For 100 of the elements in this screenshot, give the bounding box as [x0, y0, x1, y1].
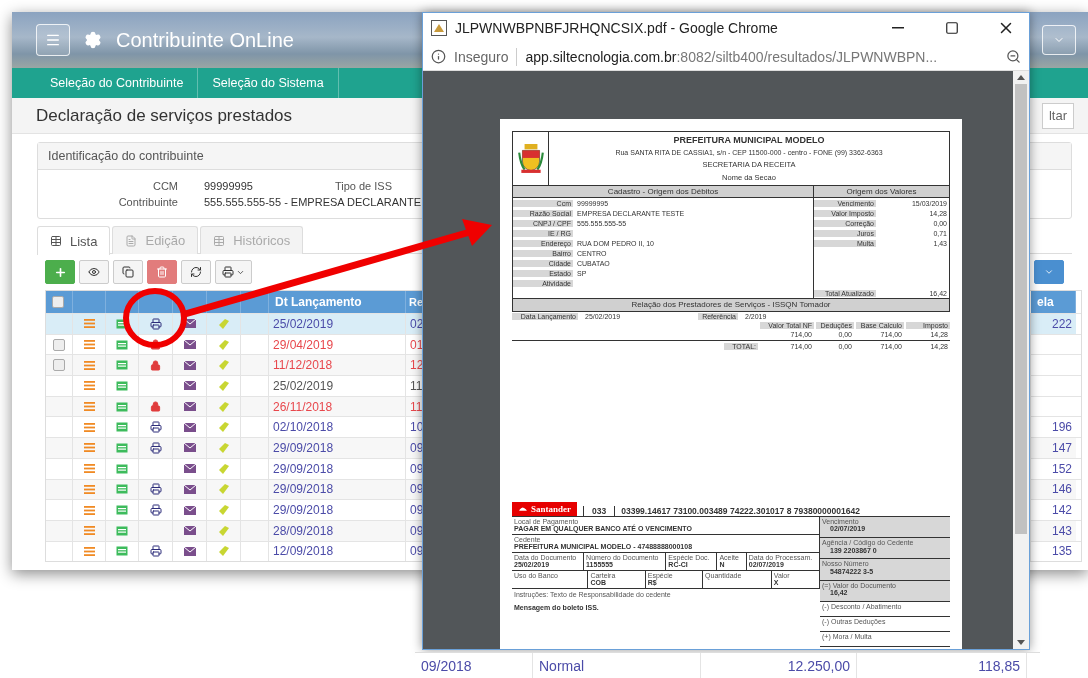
card-icon[interactable] — [116, 525, 128, 536]
table-cell: 02/10/2018 — [273, 420, 334, 435]
card-icon[interactable] — [116, 401, 128, 412]
copy-button[interactable] — [113, 260, 143, 284]
card-icon[interactable] — [116, 463, 128, 474]
card-icon[interactable] — [116, 442, 128, 453]
menu-lines-icon[interactable] — [83, 360, 95, 370]
table-cell: 222 — [1031, 314, 1076, 334]
eye-icon — [88, 266, 100, 278]
printer-icon[interactable] — [149, 483, 162, 496]
row-checkbox[interactable] — [53, 359, 65, 372]
envelope-icon[interactable] — [183, 484, 196, 494]
ticket-icon[interactable] — [217, 545, 230, 558]
ticket-icon[interactable] — [217, 504, 230, 517]
envelope-icon[interactable] — [183, 340, 196, 350]
menu-lines-icon[interactable] — [83, 381, 95, 391]
zoom-out-icon[interactable] — [1006, 49, 1021, 64]
table-cell: 26/11/2018 — [273, 399, 333, 414]
menu-lines-icon[interactable] — [83, 505, 95, 515]
ticket-icon[interactable] — [217, 524, 230, 537]
printer-icon[interactable] — [149, 317, 162, 330]
table-cell: 29/09/2018 — [273, 482, 334, 497]
envelope-icon[interactable] — [183, 422, 196, 432]
ticket-icon[interactable] — [217, 462, 230, 475]
table-cell: 12.250,00 — [787, 657, 850, 674]
menu-lines-icon[interactable] — [83, 526, 95, 536]
row-checkbox[interactable] — [53, 338, 65, 351]
page-title: Declaração de serviços prestados — [36, 105, 293, 126]
trash-icon — [156, 266, 168, 278]
card-icon[interactable] — [116, 484, 128, 495]
table-cell: 11 — [410, 399, 423, 414]
envelope-icon[interactable] — [183, 546, 196, 556]
menu-lines-icon[interactable] — [83, 546, 95, 556]
ticket-icon[interactable] — [217, 441, 230, 454]
pdf-favicon-icon — [431, 20, 447, 36]
card-icon[interactable] — [116, 505, 128, 516]
maximize-icon — [945, 21, 959, 35]
url-text: app.siltecnologia.com.br:8082/siltb400/resultados/JLPWNWBPN... — [525, 48, 938, 65]
print-button[interactable] — [215, 260, 252, 284]
refresh-button[interactable] — [181, 260, 211, 284]
printer-icon[interactable] — [149, 504, 162, 517]
envelope-icon[interactable] — [183, 443, 196, 453]
envelope-icon[interactable] — [183, 381, 196, 391]
menu-lines-icon[interactable] — [83, 484, 95, 494]
printer-icon[interactable] — [149, 421, 162, 434]
menu-lines-icon[interactable] — [83, 319, 95, 329]
annotation-circle — [123, 288, 187, 348]
envelope-icon[interactable] — [183, 464, 196, 474]
refresh-icon — [190, 266, 202, 278]
plus-icon — [53, 265, 67, 279]
ticket-icon[interactable] — [217, 379, 230, 392]
ticket-icon[interactable] — [217, 400, 230, 413]
card-icon[interactable] — [116, 380, 128, 391]
menu-button[interactable] — [36, 24, 70, 56]
table-cell: 118,85 — [978, 657, 1020, 674]
ticket-icon[interactable] — [217, 421, 230, 434]
dropdown-button[interactable] — [1034, 260, 1064, 284]
envelope-icon[interactable] — [183, 360, 196, 370]
card-icon[interactable] — [116, 546, 128, 557]
section-heading: Relação dos Prestadores de Serviços - ISSQN Tomador — [512, 299, 950, 312]
printer-icon[interactable] — [149, 441, 162, 454]
printer-icon — [222, 266, 234, 278]
menu-lines-icon[interactable] — [83, 422, 95, 432]
window-title: JLPWNWBPNBFJRHQNCSIX.pdf - Google Chrome — [455, 20, 778, 36]
envelope-icon[interactable] — [183, 526, 196, 536]
card-icon[interactable] — [116, 339, 128, 350]
card-icon[interactable] — [116, 360, 128, 371]
menu-lines-icon[interactable] — [83, 340, 95, 350]
field-label: Contribuinte — [117, 196, 178, 208]
info-icon[interactable] — [431, 49, 446, 64]
field-label: Tipo de ISS — [333, 180, 392, 192]
card-icon[interactable] — [116, 318, 128, 329]
scroll-thumb[interactable] — [1015, 84, 1027, 534]
menu-lines-icon[interactable] — [83, 464, 95, 474]
title-button[interactable]: ltar — [1041, 102, 1074, 129]
select-all-checkbox[interactable] — [52, 296, 64, 308]
envelope-icon[interactable] — [183, 402, 196, 412]
table-cell: 01 — [410, 337, 424, 352]
tab[interactable]: Lista — [37, 226, 111, 255]
document-icon — [125, 234, 138, 247]
envelope-icon[interactable] — [183, 505, 196, 515]
printer-icon[interactable] — [149, 545, 162, 558]
minimize-icon — [892, 27, 904, 29]
add-button[interactable] — [45, 260, 75, 284]
menu-lines-icon[interactable] — [83, 402, 95, 412]
ticket-icon[interactable] — [217, 359, 230, 372]
lock-icon — [150, 401, 161, 413]
settings-icon — [84, 31, 102, 49]
card-icon[interactable] — [116, 422, 128, 433]
app-title: Contribuinte OnLine — [116, 28, 294, 52]
field-value: 99999995 — [203, 180, 253, 192]
ticket-icon[interactable] — [217, 483, 230, 496]
envelope-icon[interactable] — [183, 319, 196, 329]
scroll-up-icon[interactable] — [1017, 75, 1025, 80]
view-button[interactable] — [79, 260, 109, 284]
scroll-down-icon[interactable] — [1017, 640, 1025, 645]
ticket-icon[interactable] — [217, 338, 230, 351]
menu-lines-icon[interactable] — [83, 443, 95, 453]
table-cell: 143 — [1031, 520, 1076, 541]
ticket-icon[interactable] — [217, 317, 230, 330]
